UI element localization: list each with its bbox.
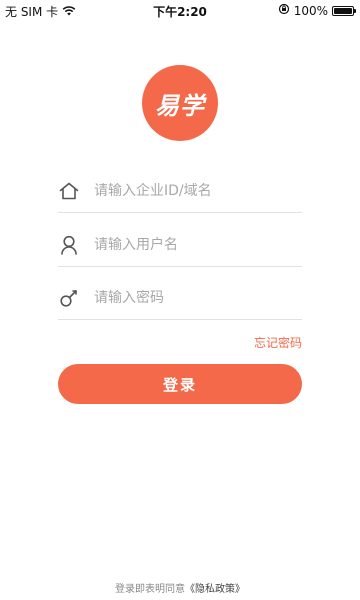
login-button[interactable]: 登录 <box>58 364 302 404</box>
app-logo: 易学 <box>142 65 218 141</box>
username-field <box>58 224 302 267</box>
battery-level <box>334 7 352 14</box>
user-icon <box>58 234 80 256</box>
username-input[interactable] <box>94 237 294 253</box>
forgot-password-link[interactable]: 忘记密码 <box>254 334 302 351</box>
status-bar-right: 100% <box>278 3 356 18</box>
company-id-input[interactable] <box>94 183 294 199</box>
password-input[interactable] <box>94 290 294 306</box>
status-bar: 无 SIM 卡 下午2:20 100% <box>0 0 360 20</box>
battery-icon <box>332 5 356 16</box>
agreement-text: 登录即表明同意 <box>115 584 185 595</box>
privacy-agreement: 登录即表明同意《隐私政策》 <box>0 580 360 595</box>
company-field <box>58 170 302 213</box>
battery-percent: 100% <box>293 3 328 18</box>
home-icon <box>58 180 80 202</box>
key-icon <box>58 287 80 309</box>
app-logo-text: 易学 <box>155 91 205 120</box>
lock-rotation-icon <box>278 3 290 18</box>
privacy-policy-link[interactable]: 《隐私政策》 <box>185 584 245 595</box>
password-field <box>58 277 302 320</box>
